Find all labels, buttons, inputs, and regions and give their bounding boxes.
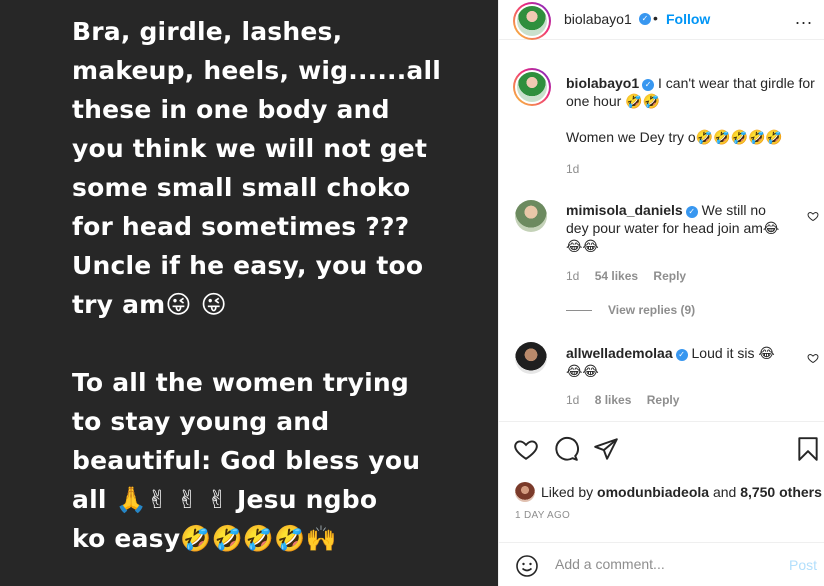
likes-and: and [712, 484, 737, 500]
post-timestamp[interactable]: 1 DAY AGO [515, 510, 570, 521]
commenter-avatar[interactable] [515, 342, 547, 374]
likes-prefix: Liked by [541, 484, 594, 500]
likes-others[interactable]: 8,750 others [740, 484, 822, 500]
comment-time[interactable]: 1d [566, 269, 579, 283]
comment-like-icon[interactable] [807, 352, 819, 364]
caption-body: biolabayo1 ✓ I can't wear that girdle for… [566, 74, 816, 146]
comments-list[interactable]: biolabayo1 ✓ I can't wear that girdle for… [499, 48, 824, 422]
view-replies-label[interactable]: View replies (9) [608, 303, 695, 317]
replies-line [566, 310, 592, 312]
caption-avatar[interactable] [513, 68, 551, 106]
comment-username[interactable]: allwellademolaa [566, 345, 673, 361]
comment-meta: 1d 54 likes Reply [566, 269, 698, 283]
heart-icon[interactable] [513, 436, 539, 462]
verified-icon: ✓ [639, 13, 651, 25]
separator-dot: • [653, 10, 658, 26]
likes-summary: Liked by omodunbiadeola and 8,750 others [515, 482, 822, 502]
emoji-icon[interactable] [515, 554, 539, 578]
view-replies-button[interactable]: View replies (9) [566, 303, 695, 317]
comment-likes[interactable]: 8 likes [595, 393, 632, 407]
comment-time[interactable]: 1d [566, 393, 579, 407]
liker-username[interactable]: omodunbiadeola [597, 484, 709, 500]
action-bar [499, 426, 824, 470]
verified-icon: ✓ [675, 349, 688, 361]
comment-icon[interactable] [553, 436, 579, 462]
post-button[interactable]: Post [789, 557, 817, 573]
comment-likes[interactable]: 54 likes [595, 269, 638, 283]
comment-username[interactable]: mimisola_daniels [566, 202, 683, 218]
author-username[interactable]: biolabayo1 [564, 11, 632, 27]
comment-body: mimisola_daniels ✓ We still no dey pour w… [566, 201, 791, 255]
liker-avatar[interactable] [515, 482, 535, 502]
reply-button[interactable]: Reply [647, 393, 680, 407]
media-text-paragraph-1: Bra, girdle, lashes, makeup, heels, wig.… [72, 17, 442, 319]
share-icon[interactable] [593, 436, 619, 462]
comment-meta: 1d 8 likes Reply [566, 393, 691, 407]
post-side-panel: biolabayo1 ✓ • Follow ... biolabayo1 ✓ I … [498, 0, 824, 586]
post-header: biolabayo1 ✓ • Follow ... [499, 0, 824, 40]
post-media: Bra, girdle, lashes, makeup, heels, wig.… [0, 0, 498, 586]
reply-button[interactable]: Reply [653, 269, 686, 283]
comment-like-icon[interactable] [807, 210, 819, 222]
media-text-paragraph-2: To all the women trying to stay young an… [72, 368, 421, 553]
follow-button[interactable]: Follow [666, 11, 710, 27]
media-text: Bra, girdle, lashes, makeup, heels, wig.… [72, 12, 492, 558]
caption-time[interactable]: 1d [566, 162, 579, 176]
commenter-avatar[interactable] [515, 200, 547, 232]
comment-input[interactable] [555, 556, 775, 572]
caption-username[interactable]: biolabayo1 [566, 75, 639, 91]
verified-icon: ✓ [642, 79, 655, 91]
caption-text-2: Women we Dey try o🤣🤣🤣🤣🤣 [566, 129, 783, 145]
verified-icon: ✓ [685, 206, 698, 218]
author-avatar[interactable] [513, 2, 551, 40]
comment-body: allwellademolaa ✓ Loud it sis 😂😂😂 [566, 344, 791, 380]
add-comment-bar: Post [499, 542, 824, 586]
bookmark-icon[interactable] [795, 436, 821, 462]
caption-meta: 1d [566, 162, 591, 176]
more-icon[interactable]: ... [795, 8, 813, 29]
